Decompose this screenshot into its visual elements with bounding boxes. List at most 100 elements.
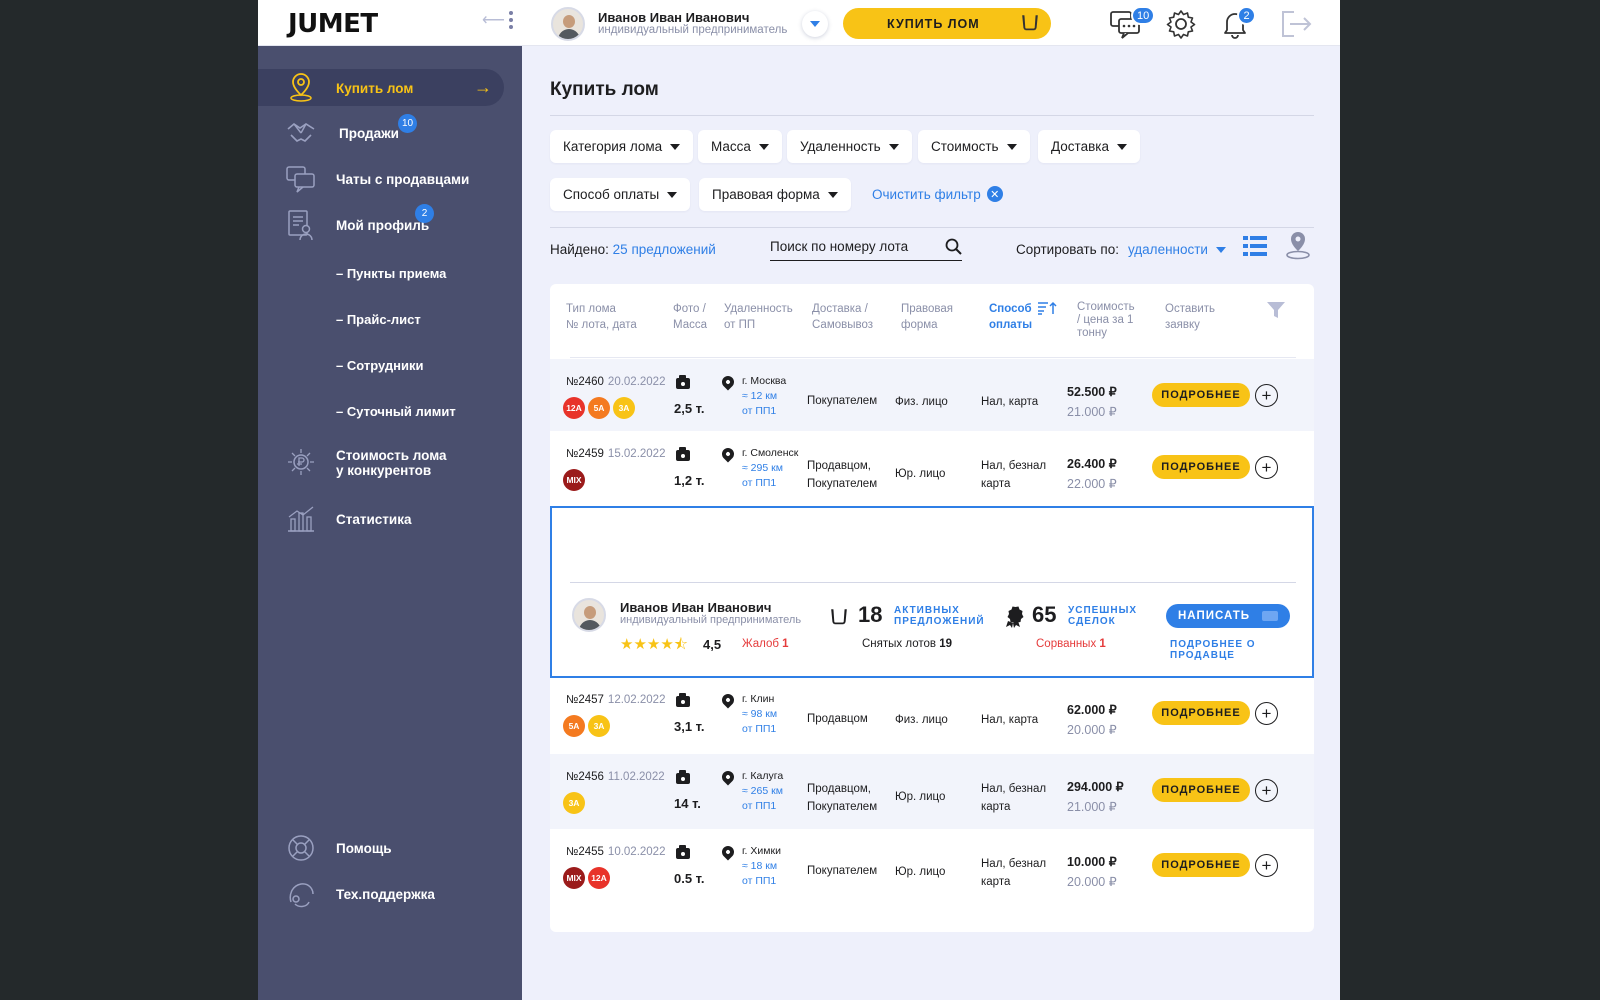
mass-value: 3,1 т. [674, 719, 705, 734]
settings-button[interactable] [1166, 9, 1198, 39]
sort-dropdown[interactable]: удаленности [1128, 242, 1226, 257]
filter-delivery[interactable]: Доставка [1038, 130, 1140, 163]
total-price: 294.000 ₽ [1067, 780, 1124, 794]
details-button[interactable]: ПОДРОБНЕЕ [1152, 853, 1250, 877]
payment-line-1: Нал, карта [981, 396, 1039, 408]
sidebar-item-label: Статистика [336, 512, 412, 527]
sidebar-subitem-employees[interactable]: – Сотрудники [336, 358, 423, 373]
list-view-icon[interactable] [1242, 234, 1268, 258]
price-per-ton: 20.000 ₽ [1067, 723, 1117, 737]
divider [570, 582, 1296, 583]
chevron-down-icon [1006, 143, 1017, 150]
sidebar-item-buy-scrap[interactable]: Купить лом → [258, 69, 522, 106]
distance-from: от ПП1 [742, 477, 777, 489]
divider [550, 227, 1314, 228]
buy-scrap-button[interactable]: КУПИТЬ ЛОМ [843, 8, 1051, 39]
clear-filter-button[interactable]: Очистить фильтр ✕ [872, 186, 1003, 202]
message-icon [1262, 611, 1278, 621]
filter-scrap-category[interactable]: Категория лома [550, 130, 694, 163]
lot-number: №2456 [566, 771, 604, 783]
logo[interactable]: JUMET [288, 9, 378, 39]
camera-icon[interactable] [676, 845, 690, 859]
city-name: г. Химки [742, 845, 781, 857]
user-menu[interactable]: Иванов Иван Иванович индивидуальный пред… [551, 7, 787, 41]
complaints: Жалоб 1 [742, 638, 789, 650]
collapse-sidebar-button[interactable]: ⟵ [482, 10, 513, 30]
expand-row-button[interactable]: + [1255, 456, 1278, 479]
scrap-type-tag: 3A [588, 715, 610, 737]
active-offers-label: АКТИВНЫХ ПРЕДЛОЖЕНИЙ [894, 605, 985, 627]
sidebar-item-support[interactable]: Тех.поддержка [258, 876, 522, 912]
camera-icon[interactable] [676, 447, 690, 461]
delivery-method: Продавцом [807, 710, 868, 728]
sidebar-item-competitors[interactable]: Стоимость лома у конкурентов [258, 442, 522, 482]
seller-details-link[interactable]: ПОДРОБНЕЕ О ПРОДАВЦЕ [1170, 639, 1312, 661]
map-view-icon[interactable] [1284, 230, 1312, 260]
write-message-button[interactable]: НАПИСАТЬ [1166, 604, 1290, 628]
sort-label: Сортировать по: [1016, 242, 1119, 257]
delivery-method: Покупателем [807, 392, 877, 410]
filter-payment-method[interactable]: Способ оплаты [550, 178, 691, 211]
sidebar-subitem-reception-points[interactable]: – Пункты приема [336, 266, 446, 281]
sidebar-item-statistics[interactable]: Статистика [258, 501, 522, 537]
expand-row-button[interactable]: + [1255, 854, 1278, 877]
seller-name[interactable]: Иванов Иван Иванович [620, 600, 771, 615]
legal-form: Физ. лицо [895, 714, 948, 726]
sidebar-subitem-daily-limit[interactable]: – Суточный лимит [336, 404, 456, 419]
filter-distance[interactable]: Удаленность [787, 130, 912, 163]
seller-avatar[interactable] [572, 598, 606, 632]
sidebar-item-label: Стоимость лома у конкурентов [336, 448, 447, 478]
chats-button[interactable]: 10 [1110, 6, 1156, 39]
details-button[interactable]: ПОДРОБНЕЕ [1152, 701, 1250, 725]
logout-button[interactable] [1280, 9, 1312, 39]
handshake-icon [287, 123, 315, 142]
search-input[interactable]: Поиск по номеру лота [770, 233, 962, 261]
sort-icon[interactable] [1037, 301, 1057, 315]
location-pin-icon [719, 373, 737, 391]
expand-row-button[interactable]: + [1255, 702, 1278, 725]
chevron-down-icon [667, 191, 678, 198]
delivery-line-1: Продавцом, [807, 783, 871, 795]
column-header-payment[interactable]: Способ оплаты [989, 301, 1032, 333]
sidebar-item-chats[interactable]: Чаты с продавцами [258, 161, 522, 197]
filter-mass[interactable]: Масса [698, 130, 782, 163]
column-header-cost[interactable]: Стоимость / цена за 1 тонну [1077, 301, 1135, 340]
expand-row-button[interactable]: + [1255, 384, 1278, 407]
column-header-distance[interactable]: Удаленность от ПП [724, 301, 793, 333]
sidebar-subitem-price-list[interactable]: – Прайс-лист [336, 312, 421, 327]
location-pin-icon [719, 843, 737, 861]
mass-value: 14 т. [674, 796, 701, 811]
camera-icon[interactable] [676, 770, 690, 784]
details-button[interactable]: ПОДРОБНЕЕ [1152, 455, 1250, 479]
camera-icon[interactable] [676, 693, 690, 707]
filter-cost[interactable]: Стоимость [918, 130, 1030, 163]
scrap-type-tags: MIX [563, 469, 585, 491]
distance-km: ≈ 12 км [742, 390, 778, 402]
notifications-button[interactable]: 2 [1220, 6, 1256, 39]
column-header-type[interactable]: Тип лома № лота, дата [566, 301, 637, 333]
column-header-delivery[interactable]: Доставка / Самовывоз [812, 301, 873, 333]
sidebar-item-sales[interactable]: Продажи 10 [258, 114, 522, 152]
profile-badge: 2 [415, 204, 434, 223]
main-content: Купить лом Категория лома Масса Удаленно… [522, 46, 1340, 1000]
mass-value: 2,5 т. [674, 401, 705, 416]
lot-number: №2457 [566, 694, 604, 706]
scrap-type-tag: 12A [588, 867, 610, 889]
details-button[interactable]: ПОДРОБНЕЕ [1152, 383, 1250, 407]
filter-icon[interactable] [1266, 301, 1286, 319]
sidebar-item-profile[interactable]: Мой профиль 2 [258, 204, 522, 244]
user-dropdown-button[interactable] [802, 11, 828, 37]
expand-row-button[interactable]: + [1255, 779, 1278, 802]
sidebar-item-help[interactable]: Помощь [258, 830, 522, 866]
details-button[interactable]: ПОДРОБНЕЕ [1152, 778, 1250, 802]
filter-legal-form[interactable]: Правовая форма [699, 178, 851, 211]
gear-icon [1166, 10, 1196, 39]
city-name: г. Клин [742, 693, 775, 705]
column-header-photo-mass[interactable]: Фото / Масса [673, 301, 707, 333]
search-icon[interactable] [945, 238, 962, 255]
failed-deals: Сорванных 1 [1036, 638, 1106, 650]
column-header-legal-form[interactable]: Правовая форма [901, 301, 953, 333]
camera-icon[interactable] [676, 375, 690, 389]
column-header-request[interactable]: Оставить заявку [1165, 301, 1215, 333]
sidebar-item-label: Мой профиль [336, 218, 430, 233]
